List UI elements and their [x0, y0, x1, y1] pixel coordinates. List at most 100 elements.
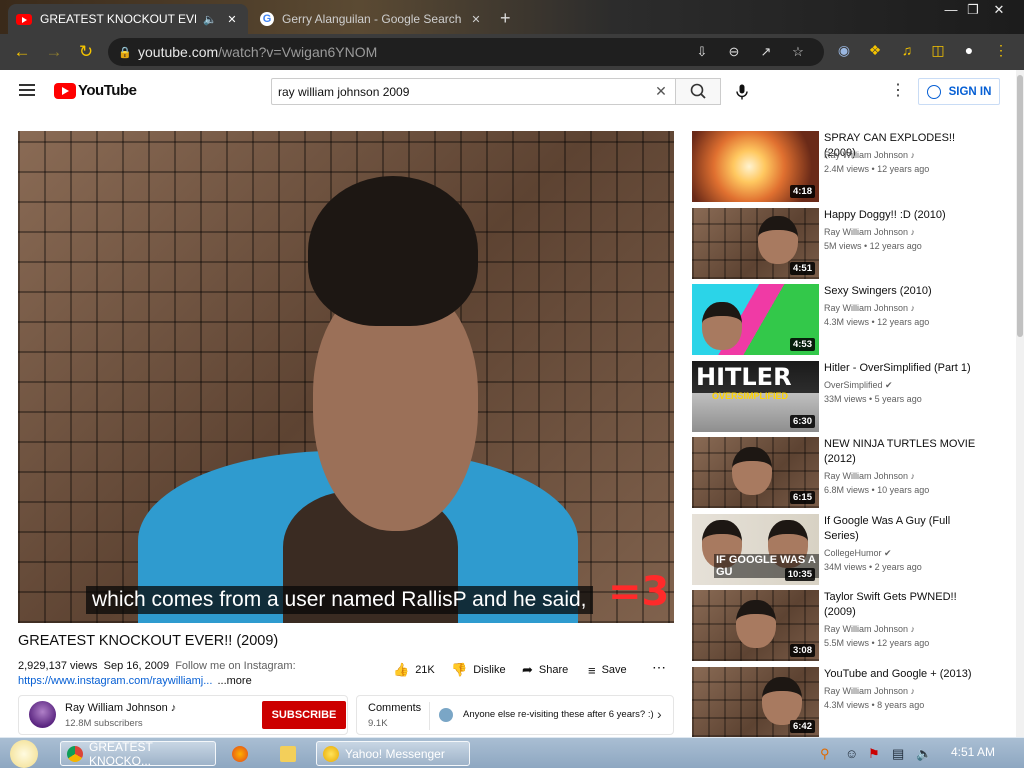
related-title[interactable]: Hitler - OverSimplified (Part 1) [824, 361, 984, 376]
bookmark-star-icon[interactable]: ☆ [782, 44, 814, 60]
video-thumbnail[interactable]: 4:51 [692, 208, 819, 279]
side-panel-icon[interactable]: ◫ [927, 42, 949, 62]
hamburger-menu-icon[interactable] [19, 84, 35, 96]
speaker-icon[interactable]: 🔈 [202, 13, 218, 26]
related-channel[interactable]: Ray William Johnson ♪ [824, 686, 915, 696]
related-video[interactable]: 6:42 YouTube and Google + (2013) Ray Wil… [692, 667, 1012, 739]
volume-tray-icon[interactable]: 🔈 [916, 746, 932, 762]
media-playlist-icon[interactable]: ♫ [896, 42, 918, 62]
related-title[interactable]: YouTube and Google + (2013) [824, 667, 984, 682]
subscribe-button[interactable]: SUBSCRIBE [262, 701, 346, 729]
microphone-icon[interactable] [733, 83, 751, 101]
related-video[interactable]: 4:53 Sexy Swingers (2010) Ray William Jo… [692, 284, 1012, 356]
sign-in-button[interactable]: SIGN IN [918, 78, 1000, 105]
start-button[interactable] [10, 740, 38, 768]
views: 5M views [824, 241, 862, 251]
related-video[interactable]: 4:51 Happy Doggy!! :D (2010) Ray William… [692, 208, 1012, 280]
related-video[interactable]: HITLER OVERSIMPLIFIED 6:30 Hitler - Over… [692, 361, 1012, 433]
video-more-actions-icon[interactable]: ⋯ [652, 659, 667, 676]
related-title[interactable]: NEW NINJA TURTLES MOVIE (2012) [824, 437, 984, 467]
related-stats: 6.8M views • 10 years ago [824, 485, 930, 495]
youtube-logo[interactable]: YouTube [54, 82, 137, 99]
flag-tray-icon[interactable]: ⚑ [868, 746, 880, 762]
related-channel[interactable]: Ray William Johnson ♪ [824, 150, 915, 160]
related-video[interactable]: IF GOOGLE WAS A GU 10:35 If Google Was A… [692, 514, 1012, 586]
chrome-icon [67, 745, 83, 762]
related-title[interactable]: Taylor Swift Gets PWNED!! (2009) [824, 590, 984, 620]
video-thumbnail[interactable]: 4:53 [692, 284, 819, 355]
related-video[interactable]: 3:08 Taylor Swift Gets PWNED!! (2009) Ra… [692, 590, 1012, 662]
comments-teaser[interactable]: Comments 9.1K Anyone else re-visiting th… [356, 695, 674, 735]
video-thumbnail[interactable]: IF GOOGLE WAS A GU 10:35 [692, 514, 819, 585]
related-channel[interactable]: Ray William Johnson ♪ [824, 471, 915, 481]
thumbnail-text: HITLER [696, 363, 792, 391]
clear-search-icon[interactable]: ✕ [653, 83, 669, 100]
tab-google-search[interactable]: G Gerry Alanguilan - Google Search ✕ [252, 4, 492, 34]
dislike-button[interactable]: 👎 Dislike [451, 660, 506, 680]
task-label: Yahoo! Messenger [345, 746, 445, 761]
share-icon[interactable]: ↗ [750, 44, 782, 60]
forward-icon[interactable]: → [38, 42, 70, 62]
age: 2 years ago [874, 562, 922, 572]
extensions-puzzle-icon[interactable]: ❖ [864, 42, 886, 62]
age: 10 years ago [877, 485, 930, 495]
like-button[interactable]: 👍 21K [393, 660, 435, 680]
new-tab-icon[interactable]: + [500, 8, 511, 29]
related-channel[interactable]: Ray William Johnson ♪ [824, 624, 915, 634]
video-player[interactable]: =3 which comes from a user named RallisP… [18, 131, 674, 623]
search-input[interactable] [278, 84, 653, 99]
video-meta[interactable]: 2,929,137 views Sep 16, 2009 Follow me o… [18, 660, 296, 672]
related-title[interactable]: If Google Was A Guy (Full Series) [824, 514, 984, 544]
related-title[interactable]: Sexy Swingers (2010) [824, 284, 984, 299]
taskbar-item-firefox[interactable] [232, 741, 256, 766]
video-thumbnail[interactable]: 6:42 [692, 667, 819, 737]
channel-avatar[interactable] [29, 701, 56, 728]
instagram-link[interactable]: https://www.instagram.com/raywilliamj... [18, 675, 212, 687]
restore-icon[interactable]: ❐ [962, 2, 984, 18]
lock-icon[interactable]: 🔒 [118, 46, 138, 59]
os-taskbar: GREATEST KNOCKO... Yahoo! Messenger ⚲ ☺ … [0, 737, 1024, 768]
related-title[interactable]: Happy Doggy!! :D (2010) [824, 208, 984, 223]
close-tab-icon[interactable]: ✕ [468, 13, 484, 26]
search-tray-icon[interactable]: ⚲ [820, 746, 830, 762]
taskbar-item-messenger[interactable]: Yahoo! Messenger [316, 741, 470, 766]
views: 4.3M views [824, 700, 870, 710]
video-thumbnail[interactable]: 6:15 [692, 437, 819, 508]
video-thumbnail[interactable]: 4:18 [692, 131, 819, 202]
share-button[interactable]: ➦ Share [522, 660, 568, 680]
video-thumbnail[interactable]: HITLER OVERSIMPLIFIED 6:30 [692, 361, 819, 432]
network-tray-icon[interactable]: ▤ [892, 746, 904, 762]
smiley-tray-icon[interactable]: ☺ [845, 746, 858, 761]
related-channel[interactable]: Ray William Johnson ♪ [824, 227, 915, 237]
taskbar-item-folder[interactable] [280, 741, 304, 766]
minimize-icon[interactable]: — [940, 2, 962, 17]
close-tab-icon[interactable]: ✕ [224, 13, 240, 26]
related-channel[interactable]: OverSimplified ✔ [824, 380, 893, 391]
show-more-link[interactable]: ...more [217, 675, 251, 687]
related-channel[interactable]: Ray William Johnson ♪ [824, 303, 915, 313]
more-options-icon[interactable]: ⋮ [890, 82, 906, 102]
chevron-right-icon[interactable]: › [657, 706, 662, 722]
address-bar[interactable]: 🔒 youtube.com/watch?v=Vwigan6YNOM ⇩ ⊖ ↗ … [108, 38, 824, 66]
zoom-icon[interactable]: ⊖ [718, 44, 750, 60]
page-scrollbar-thumb[interactable] [1017, 75, 1023, 337]
tab-youtube[interactable]: GREATEST KNOCKOUT EVER!! (2009) - YouTub… [8, 4, 248, 34]
search-button[interactable] [675, 78, 721, 105]
close-window-icon[interactable]: ✕ [988, 2, 1010, 18]
video-thumbnail[interactable]: 3:08 [692, 590, 819, 661]
related-channel[interactable]: CollegeHumor ✔ [824, 548, 892, 559]
profile-avatar-icon[interactable]: ● [958, 42, 980, 62]
channel-name[interactable]: Ray William Johnson ♪ [65, 702, 176, 714]
browser-menu-icon[interactable]: ⋮ [990, 42, 1012, 62]
save-button[interactable]: ≡ Save [588, 660, 627, 680]
search-box[interactable]: ✕ [271, 78, 676, 105]
system-clock[interactable]: 4:51 AM [951, 745, 995, 759]
taskbar-item-chrome[interactable]: GREATEST KNOCKO... [60, 740, 216, 768]
related-video[interactable]: 6:15 NEW NINJA TURTLES MOVIE (2012) Ray … [692, 437, 1012, 509]
extension-flag-icon[interactable]: ◉ [833, 42, 855, 62]
related-video[interactable]: 4:18 SPRAY CAN EXPLODES!! (2009) Ray Wil… [692, 131, 1012, 203]
reload-icon[interactable]: ↻ [70, 42, 102, 62]
video-captions: which comes from a user named RallisP an… [86, 586, 593, 614]
install-icon[interactable]: ⇩ [686, 44, 718, 60]
back-icon[interactable]: ← [6, 42, 38, 62]
